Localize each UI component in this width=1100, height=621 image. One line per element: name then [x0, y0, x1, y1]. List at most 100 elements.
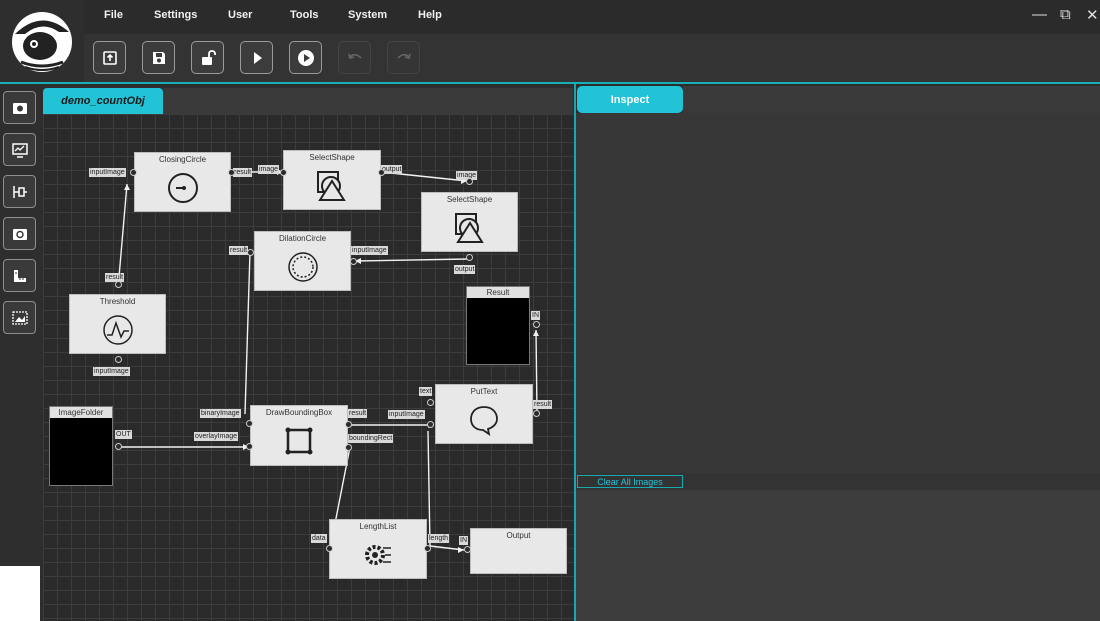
dotted-circle-icon	[287, 252, 318, 282]
port[interactable]	[350, 258, 357, 265]
port-label-output: boundingRect	[348, 434, 394, 443]
menu-file[interactable]: File	[104, 9, 123, 21]
inspect-viewer	[576, 113, 1100, 473]
node-title: LengthList	[359, 522, 397, 531]
port[interactable]	[533, 321, 540, 328]
port[interactable]	[115, 356, 122, 363]
save-icon	[152, 51, 165, 64]
save-button[interactable]	[142, 41, 175, 74]
node-put-text[interactable]: PutText	[435, 384, 533, 444]
plug-button[interactable]	[3, 175, 36, 208]
port[interactable]	[427, 421, 434, 428]
circle-target-icon	[167, 173, 198, 203]
node-result-image[interactable]: Result	[466, 286, 530, 365]
node-threshold[interactable]: Threshold	[69, 294, 166, 354]
node-dilation-circle[interactable]: DilationCircle	[254, 231, 351, 291]
tab-demo-countobj[interactable]: demo_countObj	[43, 88, 163, 114]
port-label-input: overlayImage	[194, 432, 239, 441]
port[interactable]	[466, 254, 473, 261]
port[interactable]	[246, 420, 253, 427]
port[interactable]	[326, 545, 333, 552]
rotate-button[interactable]	[3, 217, 36, 250]
camera-icon	[12, 102, 27, 114]
port-label-output: result	[105, 273, 125, 282]
node-output[interactable]: Output	[470, 528, 567, 574]
port[interactable]	[115, 281, 122, 288]
port-label-input: binaryImage	[200, 409, 241, 418]
node-length-list[interactable]: LengthList	[329, 519, 427, 579]
app-logo	[0, 0, 84, 82]
speech-bubble-icon	[470, 406, 498, 436]
bounding-box-icon	[285, 427, 313, 455]
node-title: ImageFolder	[50, 407, 112, 418]
menu-tools[interactable]: Tools	[290, 9, 319, 21]
export-button[interactable]	[93, 41, 126, 74]
port[interactable]	[115, 443, 122, 450]
inspect-tab-strip	[683, 86, 1100, 113]
node-title: Threshold	[99, 297, 136, 306]
node-title: ClosingCircle	[158, 155, 207, 164]
node-image-folder[interactable]: ImageFolder	[49, 406, 113, 486]
restore-icon[interactable]: ⧉	[1060, 6, 1071, 23]
redo-button[interactable]	[387, 41, 420, 74]
clear-all-images-button[interactable]: Clear All Images	[577, 475, 683, 488]
node-title: SelectShape	[446, 195, 493, 204]
node-select-shape[interactable]: SelectShape	[283, 150, 381, 210]
play-icon	[253, 51, 262, 64]
node-closing-circle[interactable]: ClosingCircle	[134, 152, 231, 212]
node-title: DrawBoundingBox	[265, 408, 333, 417]
ruler-button[interactable]	[3, 259, 36, 292]
port[interactable]	[280, 169, 287, 176]
rotate-icon	[12, 228, 27, 240]
plug-icon	[12, 185, 27, 198]
menu-settings[interactable]: Settings	[154, 9, 197, 21]
shape-select-icon	[317, 171, 346, 201]
node-title: SelectShape	[309, 153, 355, 162]
export-icon	[102, 50, 117, 65]
port[interactable]	[345, 444, 352, 451]
port[interactable]	[228, 169, 235, 176]
play-button[interactable]	[240, 41, 273, 74]
redo-icon	[396, 53, 411, 59]
port[interactable]	[246, 443, 253, 450]
menu-user[interactable]: User	[228, 9, 252, 21]
port[interactable]	[464, 546, 471, 553]
camera-button[interactable]	[3, 91, 36, 124]
gallery-button[interactable]	[3, 301, 36, 334]
menu-help[interactable]: Help	[418, 9, 442, 21]
port[interactable]	[247, 249, 254, 256]
gallery-icon	[11, 310, 28, 325]
header-divider	[0, 82, 1100, 84]
ruler-icon	[13, 269, 26, 282]
node-title: DilationCircle	[278, 234, 327, 243]
unlock-icon	[201, 49, 216, 65]
port-label-output: OUT	[115, 430, 132, 439]
port-label-input: inputImage	[93, 367, 130, 376]
minimize-icon[interactable]: —	[1032, 6, 1047, 23]
port[interactable]	[427, 399, 434, 406]
port[interactable]	[130, 169, 137, 176]
port[interactable]	[424, 545, 431, 552]
port[interactable]	[533, 410, 540, 417]
run-once-button[interactable]	[289, 41, 322, 74]
port-label-input: image	[258, 165, 280, 174]
port[interactable]	[378, 169, 385, 176]
port-label-output: result	[233, 168, 253, 177]
port[interactable]	[466, 178, 473, 185]
monitor-icon	[11, 142, 28, 158]
node-title: Result	[467, 287, 529, 298]
menu-system[interactable]: System	[348, 9, 387, 21]
unlock-button[interactable]	[191, 41, 224, 74]
node-graph-canvas[interactable]: ClosingCircle inputImage result SelectSh…	[43, 114, 574, 621]
node-select-shape[interactable]: SelectShape	[421, 192, 518, 252]
port-label-input: inputImage	[351, 246, 388, 255]
close-icon[interactable]: ✕	[1086, 6, 1099, 24]
port-label-output: length	[428, 534, 450, 543]
toolbar	[84, 34, 1100, 82]
undo-button[interactable]	[338, 41, 371, 74]
monitor-button[interactable]	[3, 133, 36, 166]
node-title: Output	[506, 531, 531, 540]
node-draw-bounding-box[interactable]: DrawBoundingBox	[250, 405, 348, 466]
tab-inspect[interactable]: Inspect	[577, 86, 683, 113]
port[interactable]	[345, 421, 352, 428]
